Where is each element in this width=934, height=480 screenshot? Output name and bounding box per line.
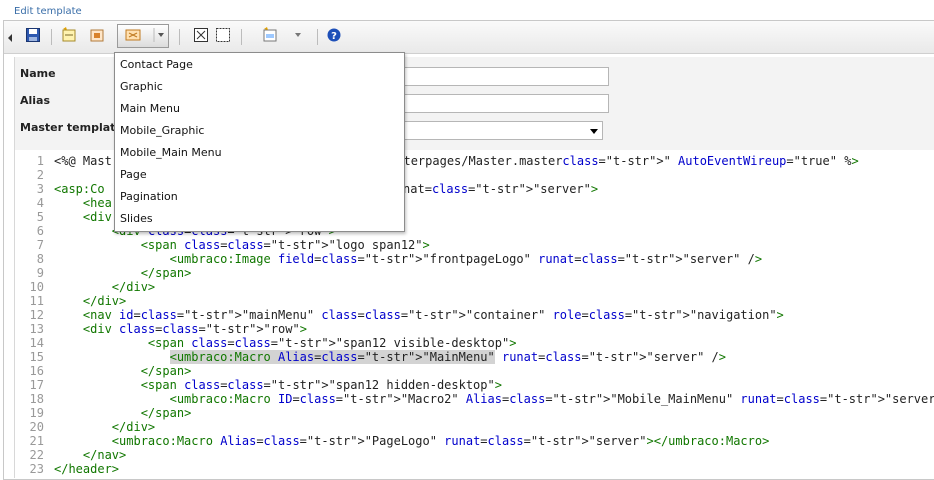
line-number: 9 (36, 266, 44, 280)
line-number: 8 (36, 252, 44, 266)
line-text: <div (82, 210, 112, 224)
line-text: </span> (140, 364, 192, 378)
dropdown-item[interactable]: Mobile_Main Menu (120, 146, 222, 159)
line-text: <umbraco:Macro Alias=class="t-str">"Main… (169, 350, 726, 364)
name-input[interactable] (398, 67, 609, 86)
help-icon[interactable]: ? (326, 27, 342, 43)
line-number: 21 (29, 434, 44, 448)
dropdown-item[interactable]: Pagination (120, 190, 178, 203)
line-number: 18 (29, 392, 44, 406)
line-text: <umbraco:Image field=class="t-str">"fron… (169, 252, 763, 266)
dropdown-arrow-icon[interactable] (153, 27, 169, 43)
highlighted-macro: <umbraco:Macro Alias=class="t-str">"Main… (169, 350, 495, 364)
line-number: 13 (29, 322, 44, 336)
line-number: 4 (36, 196, 44, 210)
line-text: </span> (140, 266, 192, 280)
insert-content-placeholder-icon[interactable] (193, 27, 209, 43)
line-text: <nav id=class="t-str">"mainMenu" class=c… (82, 308, 784, 322)
line-text: <div class=class="t-str">"row"> (82, 322, 307, 336)
toolbar: ? (4, 21, 934, 54)
line-number: 11 (29, 294, 44, 308)
insert-field-icon[interactable] (61, 27, 77, 43)
alias-input[interactable] (398, 94, 609, 113)
line-number: 6 (36, 224, 44, 238)
alias-label: Alias (20, 94, 51, 107)
content-area-dropdown-menu: Contact Page Graphic Main Menu Mobile_Graph… (114, 52, 405, 232)
dropdown-item[interactable]: Main Menu (120, 102, 180, 115)
dropdown-item[interactable]: Graphic (120, 80, 163, 93)
select-all-icon[interactable] (215, 27, 231, 43)
line-number: 20 (29, 420, 44, 434)
insert-content-area-icon[interactable] (125, 27, 141, 43)
insert-master-icon[interactable] (262, 27, 278, 43)
line-number: 14 (29, 336, 44, 350)
line-text: <hea (82, 196, 112, 210)
save-icon[interactable] (25, 27, 41, 43)
select-caret-icon (590, 129, 598, 134)
line-number: 15 (29, 350, 44, 364)
collapse-arrow-icon[interactable] (8, 32, 13, 42)
dropdown-arrow-icon[interactable] (290, 27, 306, 43)
line-number: 10 (29, 280, 44, 294)
line-text: </div> (82, 294, 127, 308)
line-text: </span> (140, 406, 192, 420)
line-number: 12 (29, 308, 44, 322)
insert-macro-icon[interactable] (89, 27, 105, 43)
line-text: <umbraco:Macro ID=class="t-str">"Macro2"… (169, 392, 934, 406)
svg-text:?: ? (331, 31, 337, 42)
dropdown-item[interactable]: Mobile_Graphic (120, 124, 204, 137)
line-text: <umbraco:Macro Alias=class="t-str">"Page… (111, 434, 770, 448)
line-text: </div> (111, 280, 156, 294)
line-text: <span class=class="t-str">"span12 hidden… (140, 378, 502, 392)
line-number: 23 (29, 462, 44, 476)
line-number: 16 (29, 364, 44, 378)
line-number: 22 (29, 448, 44, 462)
line-text: </header> (54, 462, 120, 476)
line-number: 2 (36, 168, 44, 182)
line-text: </div> (111, 420, 156, 434)
master-template-select[interactable] (398, 121, 603, 140)
line-number: 1 (36, 154, 44, 168)
dropdown-item[interactable]: Contact Page (120, 58, 193, 71)
line-text: </nav> (82, 448, 127, 462)
line-number: 7 (36, 238, 44, 252)
line-number: 3 (36, 182, 44, 196)
line-text: <span class=class="t-str">"span12 visibl… (147, 336, 517, 350)
line-number: 19 (29, 406, 44, 420)
page-title: Edit template (14, 6, 82, 17)
line-number: 17 (29, 378, 44, 392)
master-template-label: Master template (20, 121, 123, 134)
dropdown-item[interactable]: Page (120, 168, 147, 181)
line-text: <span class=class="t-str">"logo span12"> (140, 238, 430, 252)
dropdown-item[interactable]: Slides (120, 212, 153, 225)
name-label: Name (20, 67, 56, 80)
line-number: 5 (36, 210, 44, 224)
